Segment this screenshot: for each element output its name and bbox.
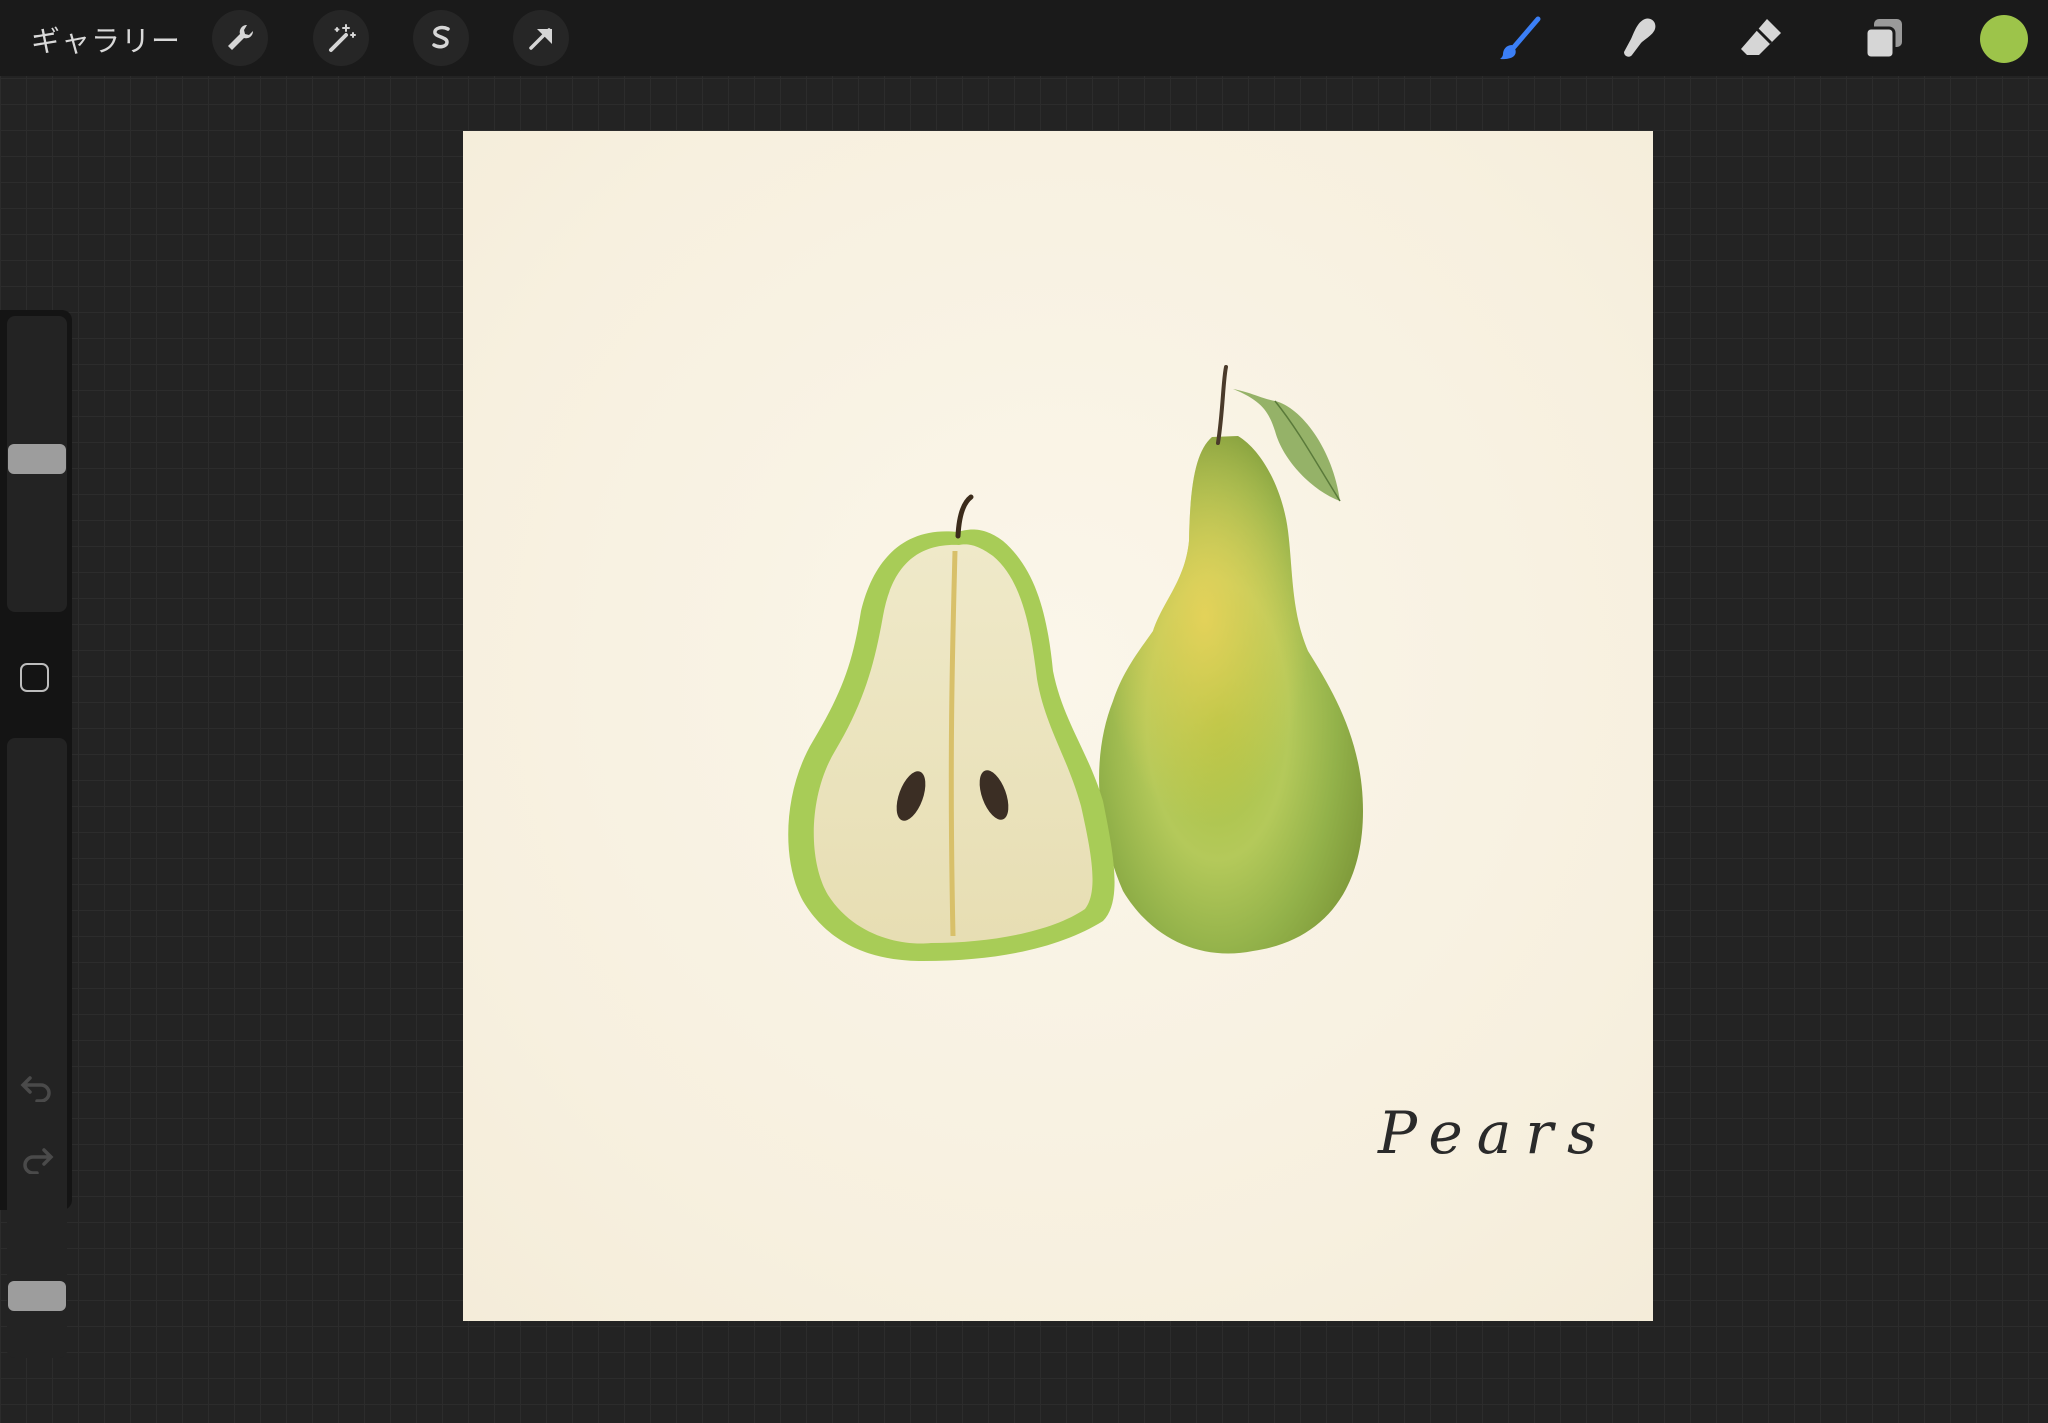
transform-arrow-icon <box>529 28 552 50</box>
whole-pear <box>1099 365 1363 954</box>
selection-icon <box>432 25 450 49</box>
brush-tool-button[interactable] <box>1493 12 1547 66</box>
canvas-caption: Pears <box>1378 1099 1611 1167</box>
top-toolbar: ギャラリー <box>0 0 2048 76</box>
opacity-thumb[interactable] <box>8 1280 66 1311</box>
eraser-tool-button[interactable] <box>1734 12 1788 66</box>
undo-button[interactable] <box>18 1072 56 1104</box>
redo-icon <box>23 1148 54 1174</box>
drawing-canvas[interactable]: Pears <box>463 131 1653 1321</box>
modify-button[interactable] <box>20 663 49 692</box>
wrench-icon <box>228 24 254 50</box>
smudge-tool-button[interactable] <box>1614 12 1668 66</box>
left-sidebar <box>0 310 72 1358</box>
eraser-icon <box>1741 19 1781 55</box>
layers-button[interactable] <box>1857 12 1911 66</box>
adjustments-button[interactable] <box>313 10 369 66</box>
color-picker-button[interactable] <box>1980 15 2028 63</box>
transform-button[interactable] <box>513 10 569 66</box>
brush-size-thumb[interactable] <box>8 443 66 474</box>
smudge-icon <box>1624 18 1656 57</box>
undo-icon <box>20 1076 51 1102</box>
magic-wand-icon <box>329 24 356 52</box>
layers-icon <box>1864 19 1902 60</box>
brush-size-slider[interactable] <box>7 316 67 612</box>
actions-button[interactable] <box>212 10 268 66</box>
half-pear <box>788 494 1115 961</box>
opacity-slider[interactable] <box>7 738 67 1358</box>
redo-button[interactable] <box>18 1144 56 1176</box>
gallery-button[interactable]: ギャラリー <box>31 18 181 60</box>
brush-icon <box>1500 16 1541 60</box>
selection-button[interactable] <box>413 10 469 66</box>
